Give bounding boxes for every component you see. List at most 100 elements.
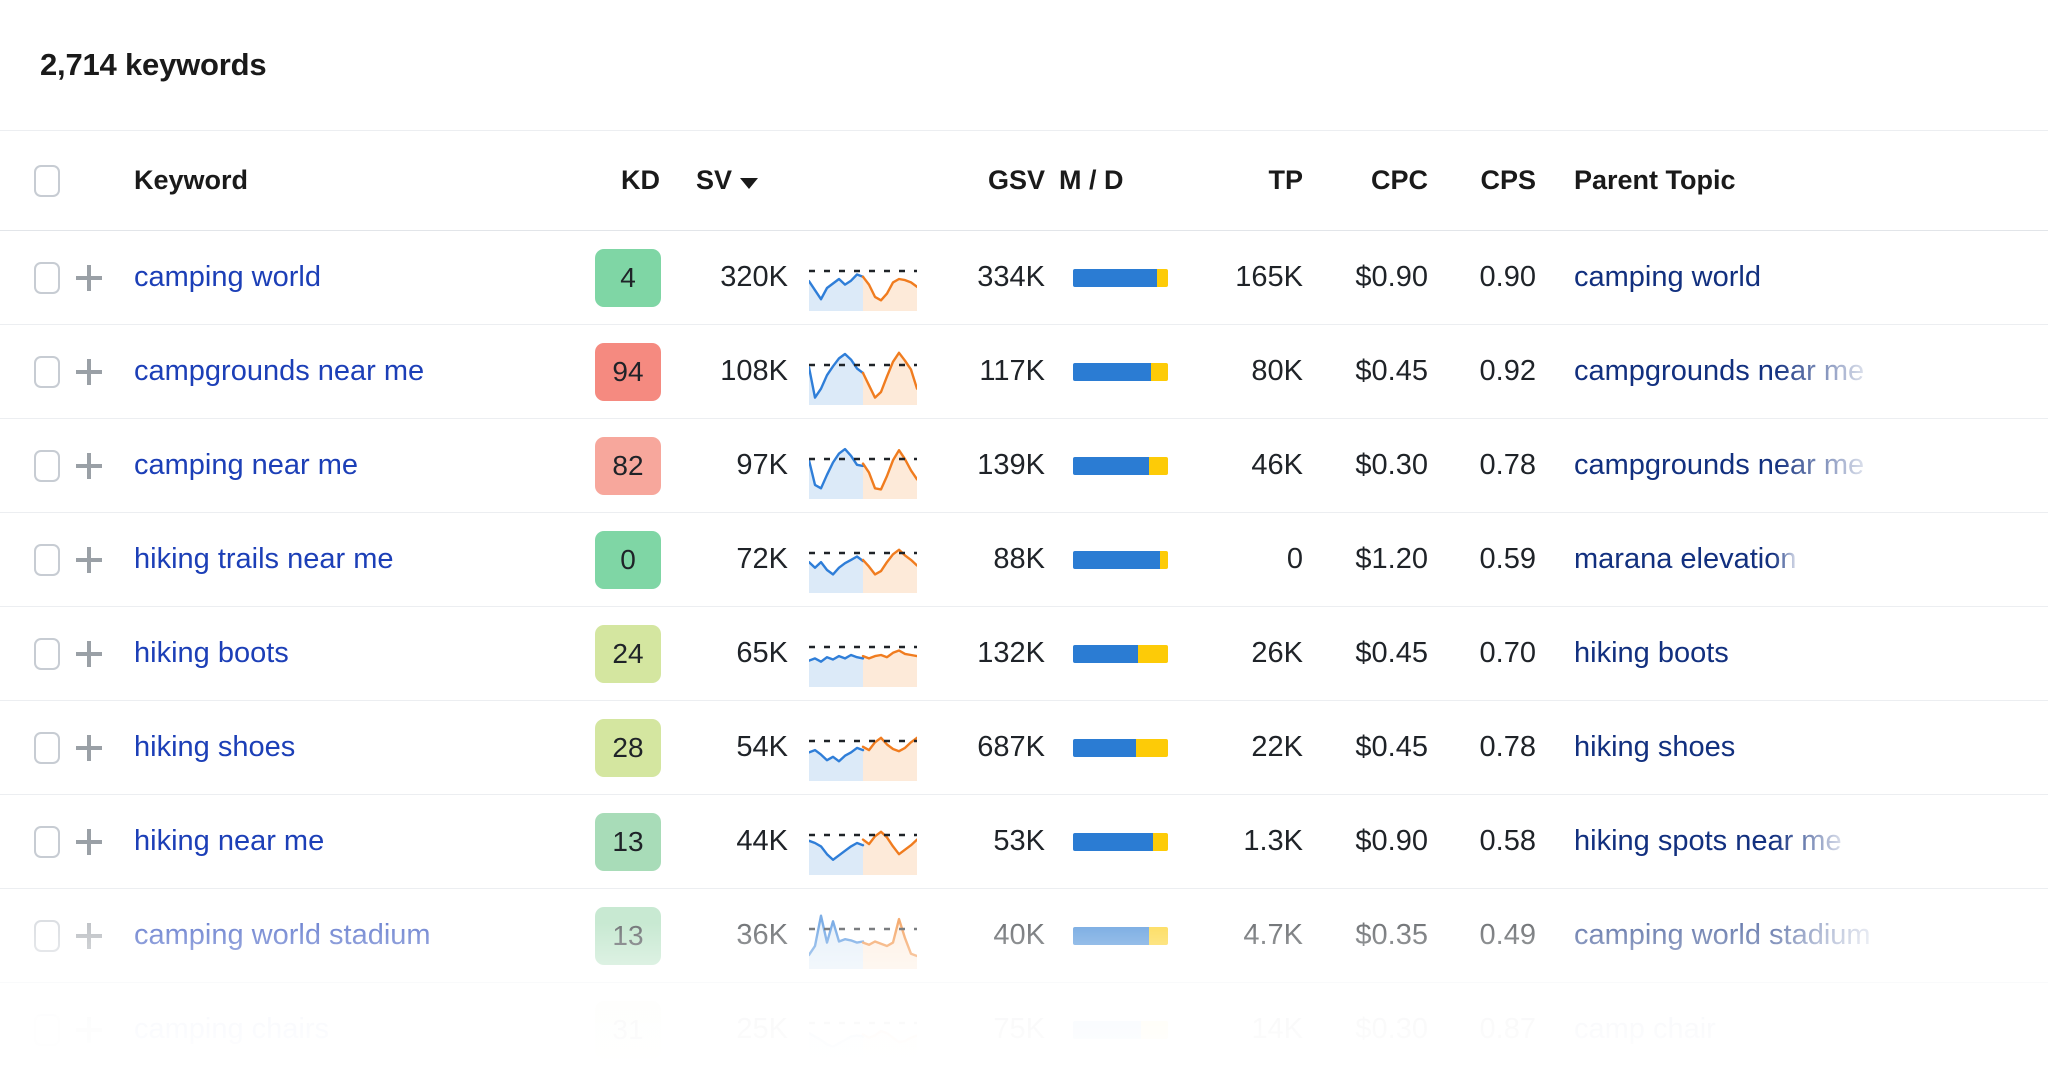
table-row[interactable]: camping world 4 320K 334K 165K $0.90 0.9…: [0, 231, 2048, 325]
plus-icon: [72, 637, 106, 671]
table-row[interactable]: hiking shoes 28 54K 687K 22K $0.45 0.78 …: [0, 701, 2048, 795]
cps-value: 0.90: [1438, 261, 1548, 294]
row-select-cell[interactable]: [0, 262, 60, 294]
table-row[interactable]: campgrounds near me 94 108K 117K 80K $0.…: [0, 325, 2048, 419]
keyword-link[interactable]: hiking trails near me: [134, 543, 394, 575]
parent-topic-cell[interactable]: hiking shoes: [1548, 731, 2048, 764]
row-checkbox[interactable]: [34, 262, 60, 294]
plus-icon: [72, 449, 106, 483]
row-checkbox[interactable]: [34, 450, 60, 482]
parent-topic-link[interactable]: hiking shoes: [1574, 731, 1735, 764]
row-select-cell[interactable]: [0, 638, 60, 670]
column-header-md[interactable]: M / D: [1053, 165, 1188, 196]
row-checkbox[interactable]: [34, 356, 60, 388]
row-select-cell[interactable]: [0, 826, 60, 858]
keyword-cell[interactable]: hiking boots: [118, 637, 578, 670]
row-checkbox[interactable]: [34, 920, 60, 952]
row-checkbox[interactable]: [34, 732, 60, 764]
md-mobile-segment: [1073, 833, 1153, 851]
column-header-kd[interactable]: KD: [578, 165, 678, 196]
add-keyword-button[interactable]: [60, 1013, 118, 1047]
row-checkbox[interactable]: [34, 1014, 60, 1046]
gsv-value: 687K: [928, 731, 1053, 764]
add-keyword-button[interactable]: [60, 355, 118, 389]
gsv-value: 334K: [928, 261, 1053, 294]
keyword-cell[interactable]: hiking shoes: [118, 731, 578, 764]
keyword-link[interactable]: camping chairs: [134, 1013, 329, 1045]
parent-topic-link[interactable]: campgrounds near me: [1574, 449, 1864, 482]
cpc-value: $0.45: [1313, 637, 1438, 670]
add-keyword-button[interactable]: [60, 449, 118, 483]
row-select-cell[interactable]: [0, 356, 60, 388]
keyword-link[interactable]: hiking shoes: [134, 731, 295, 763]
parent-topic-cell[interactable]: camp chair: [1548, 1013, 2048, 1046]
parent-topic-cell[interactable]: campgrounds near me: [1548, 355, 2048, 388]
column-header-tp-label: TP: [1268, 165, 1303, 195]
keyword-cell[interactable]: hiking trails near me: [118, 543, 578, 576]
parent-topic-link[interactable]: camping world stadium: [1574, 919, 1871, 952]
keyword-cell[interactable]: camping near me: [118, 449, 578, 482]
row-checkbox[interactable]: [34, 638, 60, 670]
keyword-cell[interactable]: camping world stadium: [118, 919, 578, 952]
row-checkbox[interactable]: [34, 826, 60, 858]
parent-topic-link[interactable]: campgrounds near me: [1574, 355, 1864, 388]
add-keyword-button[interactable]: [60, 543, 118, 577]
parent-topic-cell[interactable]: campgrounds near me: [1548, 449, 2048, 482]
table-row[interactable]: camping chairs 31 25K 75K 14K $0.30 0.87…: [0, 983, 2048, 1073]
parent-topic-cell[interactable]: camping world stadium: [1548, 919, 2048, 952]
sv-value: 65K: [678, 637, 798, 670]
parent-topic-cell[interactable]: camping world: [1548, 261, 2048, 294]
column-header-parent-topic[interactable]: Parent Topic: [1548, 165, 2048, 196]
md-cell: [1053, 551, 1188, 569]
add-keyword-button[interactable]: [60, 731, 118, 765]
row-checkbox[interactable]: [34, 544, 60, 576]
add-keyword-button[interactable]: [60, 919, 118, 953]
keyword-cell[interactable]: camping chairs: [118, 1013, 578, 1046]
keyword-link[interactable]: camping world: [134, 261, 321, 293]
caret-down-icon[interactable]: [740, 178, 758, 189]
keyword-link[interactable]: campgrounds near me: [134, 355, 424, 387]
keyword-cell[interactable]: campgrounds near me: [118, 355, 578, 388]
add-keyword-button[interactable]: [60, 261, 118, 295]
select-all-checkbox[interactable]: [34, 165, 60, 197]
column-header-gsv[interactable]: GSV: [928, 165, 1053, 196]
parent-topic-link[interactable]: hiking spots near me: [1574, 825, 1842, 858]
row-select-cell[interactable]: [0, 450, 60, 482]
kd-badge: 13: [595, 813, 661, 871]
parent-topic-cell[interactable]: marana elevation: [1548, 543, 2048, 576]
keyword-link[interactable]: camping world stadium: [134, 919, 431, 951]
keyword-link[interactable]: hiking near me: [134, 825, 324, 857]
parent-topic-link[interactable]: camp chair: [1574, 1013, 1716, 1046]
plus-icon: [72, 825, 106, 859]
row-select-cell[interactable]: [0, 732, 60, 764]
row-select-cell[interactable]: [0, 544, 60, 576]
column-header-cps[interactable]: CPS: [1438, 165, 1548, 196]
parent-topic-link[interactable]: hiking boots: [1574, 637, 1729, 670]
keyword-link[interactable]: hiking boots: [134, 637, 289, 669]
parent-topic-link[interactable]: camping world: [1574, 261, 1761, 294]
cpc-value: $0.35: [1313, 919, 1438, 952]
table-row[interactable]: hiking near me 13 44K 53K 1.3K $0.90 0.5…: [0, 795, 2048, 889]
md-cell: [1053, 457, 1188, 475]
column-header-tp[interactable]: TP: [1188, 165, 1313, 196]
add-keyword-button[interactable]: [60, 825, 118, 859]
cps-value: 0.70: [1438, 637, 1548, 670]
row-select-cell[interactable]: [0, 1014, 60, 1046]
parent-topic-link[interactable]: marana elevation: [1574, 543, 1796, 576]
keyword-cell[interactable]: hiking near me: [118, 825, 578, 858]
parent-topic-cell[interactable]: hiking spots near me: [1548, 825, 2048, 858]
table-row[interactable]: camping world stadium 13 36K 40K 4.7K $0…: [0, 889, 2048, 983]
select-all-cell[interactable]: [0, 165, 60, 197]
keyword-cell[interactable]: camping world: [118, 261, 578, 294]
table-row[interactable]: camping near me 82 97K 139K 46K $0.30 0.…: [0, 419, 2048, 513]
column-header-cpc[interactable]: CPC: [1313, 165, 1438, 196]
table-row[interactable]: hiking boots 24 65K 132K 26K $0.45 0.70 …: [0, 607, 2048, 701]
row-select-cell[interactable]: [0, 920, 60, 952]
column-header-keyword[interactable]: Keyword: [118, 165, 578, 196]
parent-topic-cell[interactable]: hiking boots: [1548, 637, 2048, 670]
column-header-sv[interactable]: SV: [678, 165, 798, 196]
keyword-link[interactable]: camping near me: [134, 449, 358, 481]
add-keyword-button[interactable]: [60, 637, 118, 671]
table-row[interactable]: hiking trails near me 0 72K 88K 0 $1.20 …: [0, 513, 2048, 607]
mobile-desktop-bar: [1073, 833, 1168, 851]
